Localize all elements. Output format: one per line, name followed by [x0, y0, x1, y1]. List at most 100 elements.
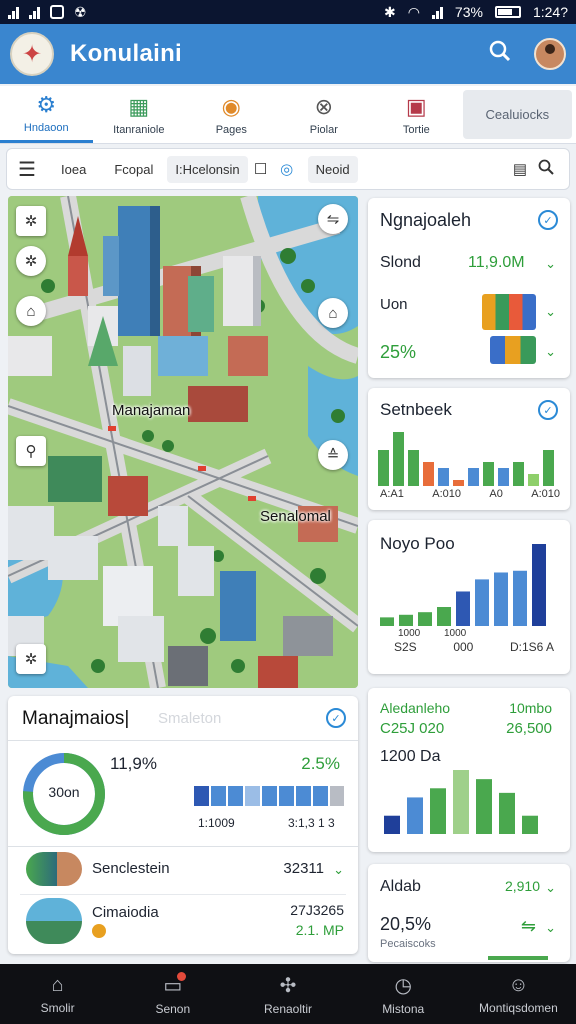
summary-card-top[interactable]: Ngnajoaleh ✓ Slond 11,9.0M ⌄ Uon 25% ⌄ ⌄ — [368, 198, 570, 378]
person-icon: ☺ — [508, 973, 529, 996]
city-map[interactable]: ✲ ✲ ⌂ ⚲ ✲ ⇋ ⌂ ≙ Manajaman Senalomal — [8, 196, 358, 688]
chart-bar — [498, 468, 509, 486]
nav-label: Senon — [155, 1001, 191, 1016]
chart-bar — [296, 786, 311, 806]
book-icon: ▦ — [128, 93, 150, 119]
avatar[interactable] — [534, 38, 566, 70]
filter-button[interactable]: ≙ — [318, 440, 348, 470]
map-toolbar: ☰ Ioea Fcopal I:Hcelonsin ☐ ◎ Neoid ▤ — [6, 148, 570, 190]
toolbar-item-ioea[interactable]: Ioea — [47, 162, 100, 177]
compass-button[interactable]: ✲ — [16, 206, 46, 236]
card-value-right: 26,500 — [506, 720, 552, 737]
lock-button[interactable]: ⌂ — [318, 298, 348, 328]
nav-home[interactable]: ⌂ Smolir — [0, 964, 115, 1024]
tab-label: Hndaoon — [23, 122, 69, 134]
chat-icon[interactable]: ☐ — [248, 160, 274, 178]
category-button[interactable]: Cealuiocks — [462, 90, 572, 139]
card-aldab[interactable]: Aldab 2,910 ⌄ 20,5% Pecaiscoks ⇋ ⌄ — [368, 864, 570, 962]
chart-bar — [430, 788, 446, 834]
percent-right: 2.5% — [301, 754, 340, 773]
status-bar: ☢ ✱ ◠ 73% 1:24? — [0, 0, 576, 24]
card-label-right: 10mbo — [509, 700, 552, 716]
app-bar: ✦ Konulaini — [0, 24, 576, 84]
check-icon[interactable]: ✓ — [326, 708, 346, 728]
summary-title: Manajmaios| — [22, 708, 130, 729]
divider — [20, 894, 346, 895]
toolbar-item-hcelonsin[interactable]: I:Hcelonsin — [167, 155, 248, 183]
home-icon: ⌂ — [51, 973, 64, 996]
tab-hndaoon[interactable]: ⚙ Hndaoon — [0, 86, 93, 143]
card-subtitle: 1200 Da — [380, 748, 441, 765]
chart-bar — [522, 815, 538, 834]
bar-card-noyo[interactable]: Noyo Poo 1000 1000 S2S 000 D:1S6 A — [368, 520, 570, 674]
compass-logo-icon[interactable]: ✦ — [10, 32, 54, 76]
nav-profile[interactable]: ☺ Montiqsdomen — [461, 964, 576, 1024]
bar-axis: A:A1 A:010 A0 A:010 — [380, 488, 560, 500]
search-icon[interactable] — [533, 159, 559, 179]
card-label-left: Aledanleho — [380, 700, 451, 716]
chevron-down-icon[interactable]: ⌄ — [545, 304, 556, 320]
tab-piolar[interactable]: ⊗ Piolar — [278, 86, 371, 143]
nav-senon[interactable]: ▭ Senon — [115, 964, 230, 1024]
chart-bar — [407, 797, 423, 834]
chart-bar — [384, 815, 400, 834]
search-icon[interactable] — [480, 40, 520, 68]
axis-label: A:010 — [432, 488, 461, 500]
globe-icon: ◉ — [221, 93, 241, 119]
chevron-down-icon[interactable]: ⌄ — [545, 344, 556, 360]
nav-renaoltir[interactable]: ✣ Renaoltir — [230, 964, 345, 1024]
target-icon[interactable]: ◎ — [274, 160, 300, 178]
axis-label: A0 — [489, 488, 503, 500]
expand-button[interactable]: ✲ — [16, 644, 46, 674]
list-item[interactable]: Senclestein 32311 ⌄ — [8, 848, 358, 894]
puzzle-icon: ✣ — [279, 974, 297, 997]
menu-icon[interactable]: ☰ — [7, 157, 47, 182]
chart-bar — [437, 607, 451, 626]
chart-bar — [380, 617, 394, 626]
book-stack-icon-2 — [490, 336, 536, 364]
toolbar-item-fcopal[interactable]: Fcopal — [100, 162, 167, 177]
chart-bar — [194, 786, 209, 806]
card-value-right: 2,910 — [504, 878, 540, 894]
tab-itanraniole[interactable]: ▦ Itanraniole — [93, 86, 186, 143]
settings-map-button[interactable]: ✲ — [16, 246, 46, 276]
list-item-value: 32311 — [283, 860, 324, 877]
axis-left: 1:1009 — [198, 816, 235, 830]
chart-bar — [483, 462, 494, 486]
list-item[interactable]: Cimaiodia 27J3265 2.1. MP — [8, 896, 358, 948]
nav-mistona[interactable]: ◷ Mistona — [346, 964, 461, 1024]
axis-right: 3:1,3 1 3 — [288, 816, 335, 830]
link-icon[interactable]: ⇋ — [521, 916, 536, 937]
toolbar-item-neoid[interactable]: Neoid — [307, 155, 358, 183]
map-marker-button[interactable]: ⌂ — [16, 296, 46, 326]
chevron-down-icon[interactable]: ⌄ — [545, 920, 556, 936]
chevron-down-icon[interactable]: ⌄ — [333, 862, 344, 878]
bottom-navigation: ⌂ Smolir ▭ Senon ✣ Renaoltir ◷ Mistona ☺… — [0, 964, 576, 1024]
row2-label: Uon — [380, 296, 408, 313]
summary-placeholder: Smaleton — [158, 710, 222, 727]
bar-card-setnbeek[interactable]: Setnbeek ✓ A:A1 A:010 A0 A:010 — [368, 388, 570, 510]
nav-label: Montiqsdomen — [479, 1000, 558, 1015]
chart-bar — [543, 450, 554, 486]
chart-bar — [532, 544, 546, 626]
card-title: Aldab — [380, 878, 421, 895]
tab-tortie[interactable]: ▣ Tortie — [370, 86, 463, 143]
chart-bar — [378, 450, 389, 486]
card-title: Ngnajoaleh — [380, 210, 472, 230]
check-icon[interactable]: ✓ — [538, 400, 558, 420]
gear-icon: ⚙ — [36, 92, 57, 117]
bicycle-button[interactable]: ⚲ — [16, 436, 46, 466]
bar-card-aledanleho[interactable]: Aledanleho 10mbo C25J 020 26,500 1200 Da — [368, 688, 570, 852]
chart-bar — [211, 786, 226, 806]
check-icon[interactable]: ✓ — [538, 210, 558, 230]
layers-icon[interactable]: ▤ — [507, 160, 533, 178]
bar-chart — [384, 770, 538, 834]
chart-bar — [453, 480, 464, 486]
map-label-senalomal: Senalomal — [260, 508, 331, 525]
chevron-down-icon[interactable]: ⌄ — [545, 880, 556, 896]
card-sub: Pecaiscoks — [380, 938, 436, 950]
chevron-down-icon[interactable]: ⌄ — [545, 256, 556, 272]
summary-card[interactable]: Manajmaios| Smaleton ✓ 30on 11,9% 2.5% 1… — [8, 696, 358, 954]
swap-button[interactable]: ⇋ — [318, 204, 348, 234]
tab-pages[interactable]: ◉ Pages — [185, 86, 278, 143]
